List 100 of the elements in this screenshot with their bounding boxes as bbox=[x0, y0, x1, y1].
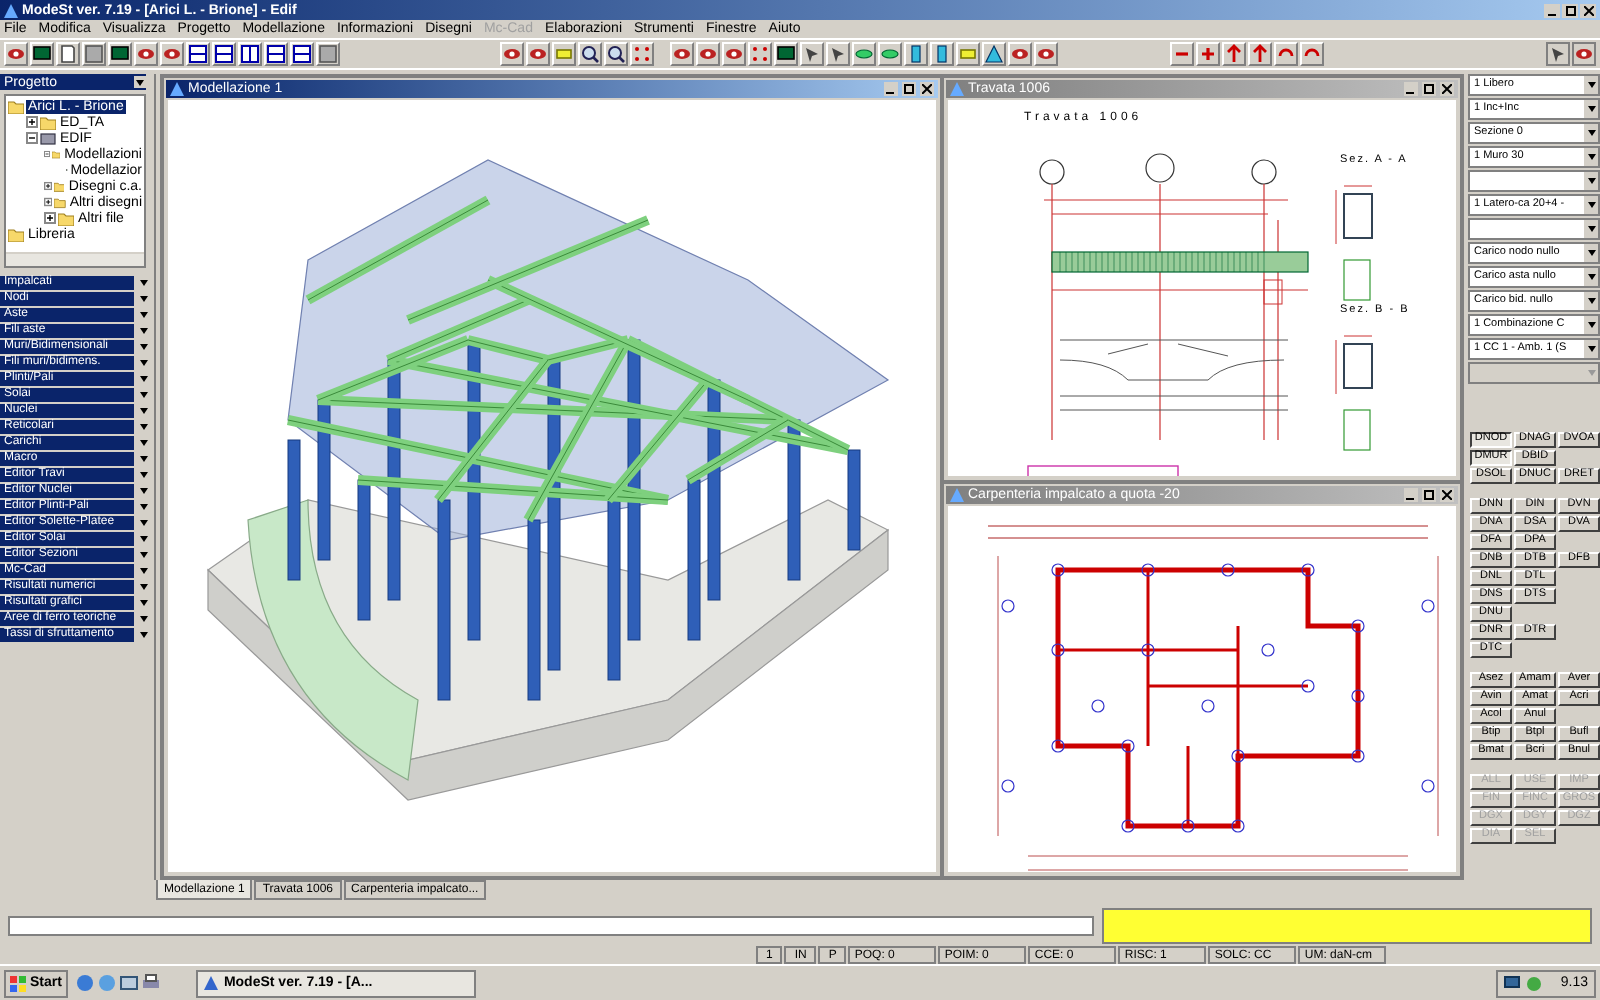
minimize-button[interactable] bbox=[1544, 3, 1560, 17]
dropdown-button[interactable] bbox=[136, 532, 150, 546]
expand-icon[interactable] bbox=[44, 180, 53, 192]
dropdown-arrow-icon bbox=[139, 600, 147, 606]
dropdown-arrow-icon bbox=[1584, 100, 1598, 118]
collapse-icon[interactable] bbox=[44, 148, 51, 160]
dropdown-button[interactable] bbox=[136, 404, 150, 418]
toolbar-button[interactable] bbox=[186, 42, 210, 66]
dropdown-button[interactable] bbox=[136, 324, 150, 338]
printer-icon[interactable] bbox=[141, 974, 160, 992]
toolbar-button[interactable] bbox=[1572, 42, 1596, 66]
dropdown-arrow-icon bbox=[139, 296, 147, 302]
view-icon bbox=[6, 44, 26, 64]
toolbar-button[interactable] bbox=[264, 42, 288, 66]
close-button[interactable] bbox=[1440, 82, 1454, 96]
dropdown-arrow-icon bbox=[139, 408, 147, 414]
horizontal-scrollbar[interactable] bbox=[6, 252, 144, 266]
dropdown-arrow-icon bbox=[139, 552, 147, 558]
dropdown-field[interactable] bbox=[1468, 218, 1600, 240]
dropdown-field[interactable] bbox=[1468, 170, 1600, 192]
view-icon bbox=[698, 44, 718, 64]
restore-button[interactable] bbox=[1422, 488, 1436, 502]
dropdown-arrow-icon bbox=[1584, 220, 1598, 238]
toolbar-button[interactable] bbox=[212, 42, 236, 66]
minimize-button[interactable] bbox=[884, 82, 898, 96]
dropdown-button[interactable] bbox=[136, 420, 150, 434]
triangle-icon bbox=[984, 44, 1004, 64]
dropdown-button[interactable] bbox=[136, 356, 150, 370]
window-icon bbox=[292, 44, 312, 64]
view-icon bbox=[724, 44, 744, 64]
close-button[interactable] bbox=[1440, 488, 1454, 502]
dropdown-button[interactable] bbox=[136, 516, 150, 530]
toolbar-button[interactable] bbox=[290, 42, 314, 66]
dropdown-arrow-icon bbox=[139, 632, 147, 638]
dropdown-arrow-icon bbox=[1584, 76, 1598, 94]
dropdown-arrow-icon bbox=[139, 584, 147, 590]
dropdown-button[interactable] bbox=[136, 612, 150, 626]
dropdown-button[interactable] bbox=[136, 564, 150, 578]
dropdown-arrow-icon bbox=[1584, 340, 1598, 358]
minimize-button[interactable] bbox=[1404, 82, 1418, 96]
magnifier-icon bbox=[580, 44, 600, 64]
expand-icon[interactable] bbox=[44, 196, 53, 208]
dropdown-button[interactable] bbox=[136, 468, 150, 482]
dropdown-arrow-icon bbox=[1584, 244, 1598, 262]
close-button[interactable] bbox=[1580, 3, 1596, 17]
monitor-icon bbox=[110, 44, 130, 64]
close-icon bbox=[922, 84, 932, 94]
dropdown-button[interactable] bbox=[136, 308, 150, 322]
expand-icon[interactable] bbox=[26, 116, 38, 128]
dropdown-button[interactable] bbox=[136, 484, 150, 498]
windows-logo-icon bbox=[10, 975, 26, 991]
dropdown-arrow-icon bbox=[139, 488, 147, 494]
dropdown-button[interactable] bbox=[136, 596, 150, 610]
view-icon bbox=[1010, 44, 1030, 64]
dropdown-button[interactable] bbox=[136, 500, 150, 514]
close-button[interactable] bbox=[920, 82, 934, 96]
dropdown-arrow-icon bbox=[139, 360, 147, 366]
dropdown-button[interactable] bbox=[136, 276, 150, 290]
dropdown-button[interactable] bbox=[136, 436, 150, 450]
dropdown-arrow-icon bbox=[1584, 316, 1598, 334]
dropdown-button[interactable] bbox=[136, 628, 150, 642]
dropdown-button[interactable] bbox=[136, 452, 150, 466]
restore-button[interactable] bbox=[1422, 82, 1436, 96]
window-icon bbox=[240, 44, 260, 64]
dropdown-arrow-icon bbox=[1584, 196, 1598, 214]
app-logo-icon bbox=[4, 3, 18, 17]
restore-button[interactable] bbox=[902, 82, 916, 96]
dropdown-button[interactable] bbox=[136, 580, 150, 594]
dropdown-arrow-icon bbox=[139, 312, 147, 318]
dropdown-arrow-icon bbox=[134, 76, 146, 88]
minimize-icon bbox=[1548, 13, 1556, 17]
minimize-button[interactable] bbox=[1404, 488, 1418, 502]
dropdown-arrow-icon bbox=[1584, 292, 1598, 310]
monitor-icon bbox=[776, 44, 796, 64]
toolbar-button[interactable] bbox=[238, 42, 262, 66]
dropdown-button[interactable] bbox=[136, 372, 150, 386]
dropdown-button[interactable] bbox=[136, 388, 150, 402]
dropdown-button[interactable] bbox=[136, 548, 150, 562]
collapse-icon[interactable] bbox=[26, 132, 38, 144]
dropdown-arrow-icon bbox=[139, 424, 147, 430]
arrow-icon bbox=[1250, 44, 1270, 64]
dropdown-arrow-icon bbox=[139, 392, 147, 398]
monitor-icon[interactable] bbox=[1504, 975, 1521, 991]
dropdown-arrow-icon bbox=[139, 328, 147, 334]
dropdown-button[interactable] bbox=[136, 292, 150, 306]
dropdown-arrow-icon bbox=[1584, 268, 1598, 286]
command-input[interactable] bbox=[8, 916, 1094, 936]
dropdown-arrow-icon bbox=[139, 440, 147, 446]
view-icon bbox=[162, 44, 182, 64]
dropdown-arrow-icon bbox=[139, 344, 147, 350]
dropdown-arrow-icon bbox=[139, 504, 147, 510]
toolbar-button[interactable] bbox=[982, 42, 1006, 66]
dropdown-arrow-icon bbox=[139, 536, 147, 542]
expand-icon[interactable] bbox=[44, 212, 56, 224]
dropdown-button[interactable] bbox=[136, 340, 150, 354]
app-logo-icon bbox=[170, 82, 184, 96]
folder-icon bbox=[8, 226, 24, 242]
toolbar-button[interactable] bbox=[1546, 42, 1570, 66]
restore-button[interactable] bbox=[1562, 3, 1578, 17]
window-icon[interactable] bbox=[119, 974, 138, 992]
